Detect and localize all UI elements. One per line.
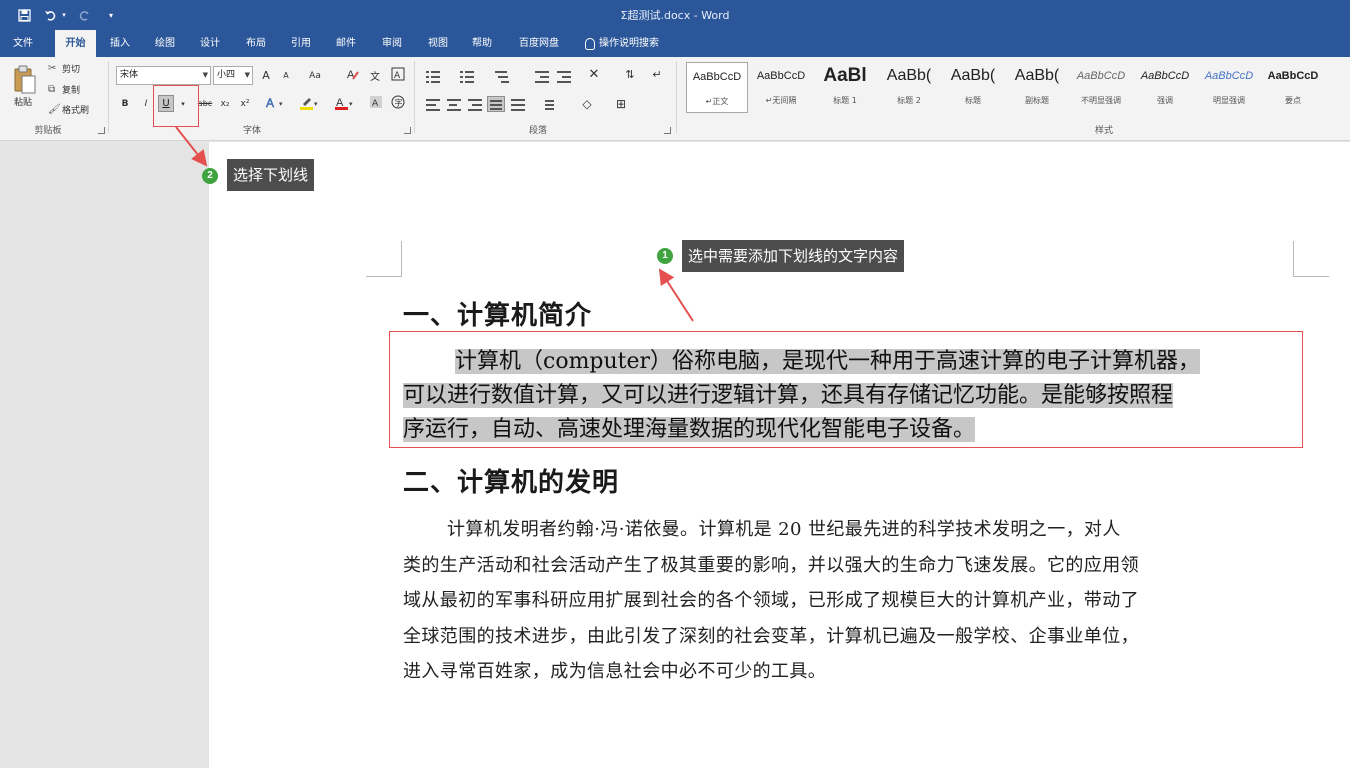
step-1-callout: 选中需要添加下划线的文字内容 [682, 240, 905, 272]
step-2-callout: 选择下划线 [227, 159, 315, 191]
step-2-badge: 2 [202, 168, 218, 184]
annotation-arrows [175, 126, 694, 322]
step-1-badge: 1 [657, 248, 673, 264]
